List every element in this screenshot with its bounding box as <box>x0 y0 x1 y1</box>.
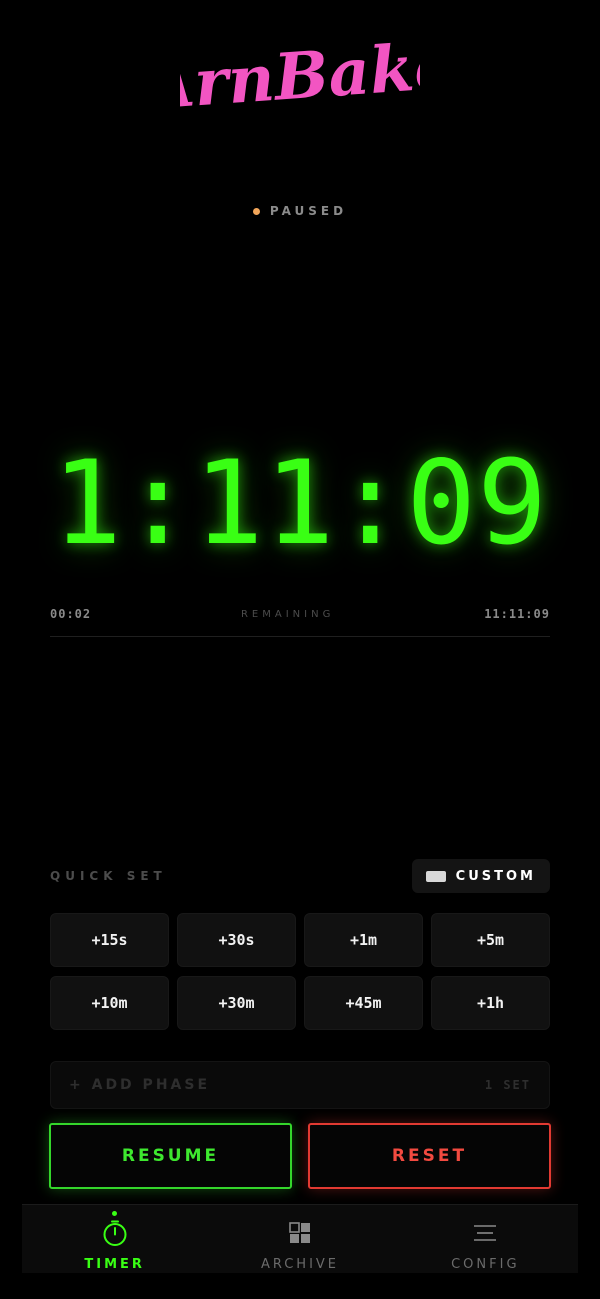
quick-add-5m-button[interactable]: +5m <box>431 913 550 967</box>
quick-add-1m-button[interactable]: +1m <box>304 913 423 967</box>
total-time: 11:11:09 <box>484 607 550 621</box>
phase-count: 1 SET <box>484 1078 531 1092</box>
add-phase-label: + ADD PHASE <box>69 1077 211 1093</box>
timer-meta-row: 00:02 REMAINING 11:11:09 <box>50 607 550 621</box>
remaining-label: REMAINING <box>240 608 335 620</box>
stopwatch-icon <box>101 1219 129 1247</box>
quick-add-1h-button[interactable]: +1h <box>431 976 550 1030</box>
app-logo: ArnBake <box>0 30 600 130</box>
add-phase-button[interactable]: + ADD PHASE 1 SET <box>50 1061 550 1109</box>
custom-button[interactable]: CUSTOM <box>411 859 550 893</box>
app-logo-text: ArnBake <box>180 30 420 125</box>
quick-set-label: QUICK SET <box>50 869 167 883</box>
grid-icon <box>286 1219 314 1247</box>
tab-timer[interactable]: TIMER <box>25 1205 205 1273</box>
quick-add-10m-button[interactable]: +10m <box>50 976 169 1030</box>
keyboard-icon <box>425 870 446 882</box>
tab-timer-label: TIMER <box>84 1257 145 1272</box>
custom-button-label: CUSTOM <box>455 868 536 884</box>
quick-add-45m-button[interactable]: +45m <box>304 976 423 1030</box>
tab-config[interactable]: CONFIG <box>395 1205 575 1273</box>
divider <box>50 636 550 637</box>
active-indicator-dot <box>112 1211 118 1216</box>
tab-archive-label: ARCHIVE <box>260 1257 340 1272</box>
status-label: PAUSED <box>269 204 348 218</box>
quick-add-15s-button[interactable]: +15s <box>50 913 169 967</box>
action-row: RESUME RESET <box>49 1123 551 1189</box>
quick-add-30s-button[interactable]: +30s <box>177 913 296 967</box>
timer-display: 1:11:09 <box>52 435 548 571</box>
quick-set-grid: +15s +30s +1m +5m +10m +30m +45m +1h <box>50 913 550 1030</box>
app-logo-mark: ArnBake <box>180 30 420 125</box>
quick-set-header: QUICK SET CUSTOM <box>50 858 550 894</box>
timer-status: PAUSED <box>0 204 600 218</box>
resume-button[interactable]: RESUME <box>49 1123 292 1189</box>
tab-config-label: CONFIG <box>451 1257 520 1272</box>
bottom-tab-bar: TIMER ARCHIVE CONFIG <box>22 1204 578 1273</box>
tab-archive[interactable]: ARCHIVE <box>210 1205 390 1273</box>
elapsed-time: 00:02 <box>50 607 92 621</box>
status-dot-icon <box>252 207 260 215</box>
quick-add-30m-button[interactable]: +30m <box>177 976 296 1030</box>
reset-button[interactable]: RESET <box>308 1123 551 1189</box>
menu-lines-icon <box>471 1219 499 1247</box>
